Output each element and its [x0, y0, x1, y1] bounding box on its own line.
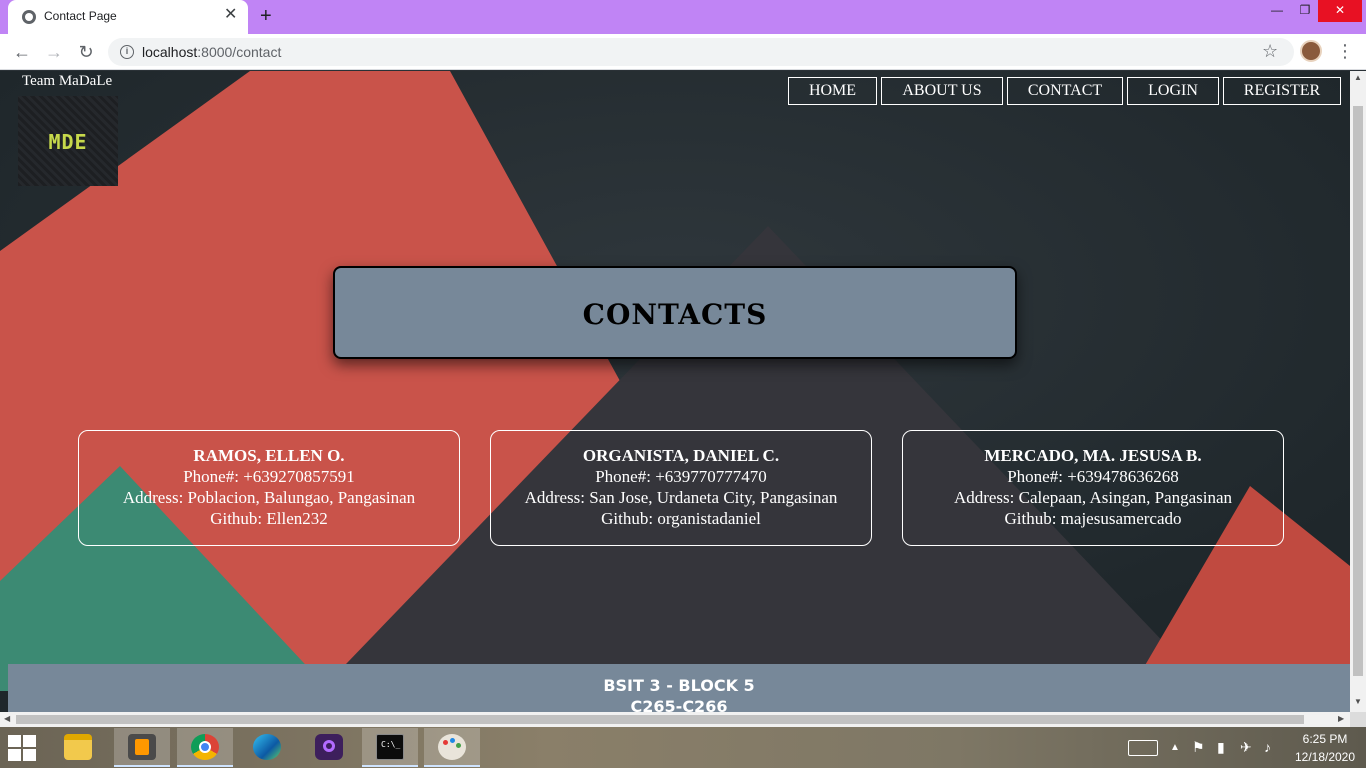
- contact-github: Github: Ellen232: [210, 509, 328, 528]
- start-pane: [8, 749, 21, 761]
- sublime-s-shape: [135, 739, 149, 755]
- chrome-center: [199, 741, 211, 753]
- purple-app-icon[interactable]: [301, 728, 357, 767]
- maximize-icon[interactable]: ❐: [1290, 0, 1320, 22]
- background-graphic: [0, 71, 1350, 712]
- profile-avatar[interactable]: [1300, 40, 1322, 62]
- logo-text: MDE: [48, 130, 88, 154]
- new-tab-button[interactable]: +: [260, 5, 272, 27]
- battery-icon[interactable]: ▮: [1217, 739, 1225, 756]
- paint-dot: [443, 740, 448, 745]
- paint-dot: [450, 738, 455, 743]
- site-logo[interactable]: MDE: [18, 96, 118, 186]
- contact-card: ORGANISTA, DANIEL C. Phone#: +6397707774…: [490, 430, 872, 546]
- close-tab-icon[interactable]: ✕: [224, 7, 237, 23]
- clock-time[interactable]: 6:25 PM: [1290, 732, 1360, 746]
- back-arrow-icon[interactable]: ←: [10, 40, 34, 64]
- contact-card: MERCADO, MA. JESUSA B. Phone#: +63947863…: [902, 430, 1284, 546]
- volume-icon[interactable]: ♪: [1264, 739, 1271, 755]
- contact-name: ORGANISTA, DANIEL C.: [582, 446, 780, 465]
- browser-titlebar: Contact Page ✕ + — ❐ ✕: [0, 0, 1366, 34]
- contacts-header-box: CONTACTS: [333, 266, 1017, 359]
- scroll-left-icon[interactable]: ◀: [4, 714, 10, 723]
- page-footer: BSIT 3 - BLOCK 5 C265-C266: [8, 664, 1350, 712]
- paint-palette-icon: [438, 734, 466, 760]
- footer-line-1: BSIT 3 - BLOCK 5: [603, 676, 755, 695]
- paint-icon[interactable]: [424, 728, 480, 767]
- folder-icon: [64, 734, 92, 760]
- edge-icon[interactable]: [239, 728, 295, 767]
- chevron-up-icon[interactable]: ▲: [1170, 742, 1180, 753]
- windows-start-icon[interactable]: [8, 735, 38, 761]
- contact-card: RAMOS, ELLEN O. Phone#: +639270857591 Ad…: [78, 430, 460, 546]
- contact-phone: Phone#: +639270857591: [183, 467, 355, 486]
- start-pane: [23, 735, 36, 747]
- airplane-mode-icon[interactable]: ✈: [1240, 739, 1252, 756]
- start-pane: [8, 735, 21, 747]
- clock-date[interactable]: 12/18/2020: [1290, 750, 1360, 764]
- cmd-logo-icon: C:\_: [376, 734, 404, 760]
- chrome-logo-icon: [191, 734, 219, 760]
- sublime-text-icon[interactable]: [114, 728, 170, 767]
- command-prompt-icon[interactable]: C:\_: [362, 728, 418, 767]
- site-brand: Team MaDaLe: [22, 73, 113, 89]
- edge-logo-icon: [253, 734, 281, 760]
- scroll-down-icon[interactable]: ▼: [1354, 697, 1362, 706]
- horizontal-scrollbar[interactable]: ◀ ▶: [0, 712, 1350, 727]
- contact-github: Github: majesusamercado: [1004, 509, 1182, 528]
- contact-github: Github: organistadaniel: [601, 509, 761, 528]
- nav-about-us[interactable]: ABOUT US: [881, 77, 1003, 105]
- sublime-logo-icon: [128, 734, 156, 760]
- contact-phone: Phone#: +639478636268: [1007, 467, 1179, 486]
- nav-login[interactable]: LOGIN: [1127, 77, 1219, 105]
- window-close-icon[interactable]: ✕: [1318, 0, 1362, 22]
- purple-app-logo-icon: [315, 734, 343, 760]
- info-icon[interactable]: i: [120, 45, 134, 59]
- nav-contact[interactable]: CONTACT: [1007, 77, 1123, 105]
- nav-register[interactable]: REGISTER: [1223, 77, 1341, 105]
- url-path: :8000/contact: [197, 44, 282, 60]
- scroll-right-icon[interactable]: ▶: [1338, 714, 1344, 723]
- browser-tab[interactable]: Contact Page ✕: [8, 0, 248, 34]
- vertical-scrollbar[interactable]: ▲ ▼: [1350, 71, 1366, 712]
- cmd-prompt-glyph: C:\_: [381, 740, 401, 749]
- chrome-icon[interactable]: [177, 728, 233, 767]
- scroll-up-icon[interactable]: ▲: [1354, 73, 1362, 82]
- browser-toolbar: ← → ↻ i localhost:8000/contact ☆ ⋮: [0, 34, 1366, 70]
- windows-taskbar: C:\_ ▲ ⚑ ▮ ✈ ♪ 6:25 PM 12/18/2020: [0, 727, 1366, 768]
- file-explorer-icon[interactable]: [50, 728, 106, 767]
- page-viewport: Team MaDaLe MDE HOME ABOUT US CONTACT LO…: [0, 71, 1350, 712]
- forward-arrow-icon[interactable]: →: [42, 40, 66, 64]
- contact-address: Address: San Jose, Urdaneta City, Pangas…: [524, 488, 838, 507]
- globe-icon: [22, 10, 36, 24]
- vertical-scroll-thumb[interactable]: [1353, 106, 1363, 676]
- address-bar[interactable]: i localhost:8000/contact ☆: [108, 38, 1294, 66]
- url-text[interactable]: localhost:8000/contact: [142, 44, 281, 60]
- contact-name: MERCADO, MA. JESUSA B.: [984, 446, 1202, 465]
- paint-dot: [456, 743, 461, 748]
- url-host: localhost: [142, 44, 198, 60]
- contact-address: Address: Poblacion, Balungao, Pangasinan: [122, 488, 416, 507]
- contact-name: RAMOS, ELLEN O.: [193, 446, 345, 465]
- kebab-menu-icon[interactable]: ⋮: [1336, 40, 1354, 62]
- page-title: CONTACTS: [582, 298, 768, 331]
- contact-phone: Phone#: +639770777470: [595, 467, 767, 486]
- minimize-icon[interactable]: —: [1262, 0, 1292, 22]
- touch-keyboard-icon[interactable]: [1128, 740, 1158, 756]
- nav-home[interactable]: HOME: [788, 77, 877, 105]
- horizontal-scroll-thumb[interactable]: [16, 715, 1304, 724]
- start-pane: [23, 749, 36, 761]
- footer-line-2: C265-C266: [630, 697, 728, 712]
- bookmark-star-icon[interactable]: ☆: [1262, 41, 1278, 62]
- reload-icon[interactable]: ↻: [74, 40, 98, 64]
- tab-title: Contact Page: [44, 9, 117, 23]
- purple-app-ring: [323, 740, 335, 752]
- network-warning-icon[interactable]: ⚑: [1192, 739, 1205, 756]
- contact-address: Address: Calepaan, Asingan, Pangasinan: [953, 488, 1233, 507]
- scrollbar-corner: [1350, 712, 1366, 727]
